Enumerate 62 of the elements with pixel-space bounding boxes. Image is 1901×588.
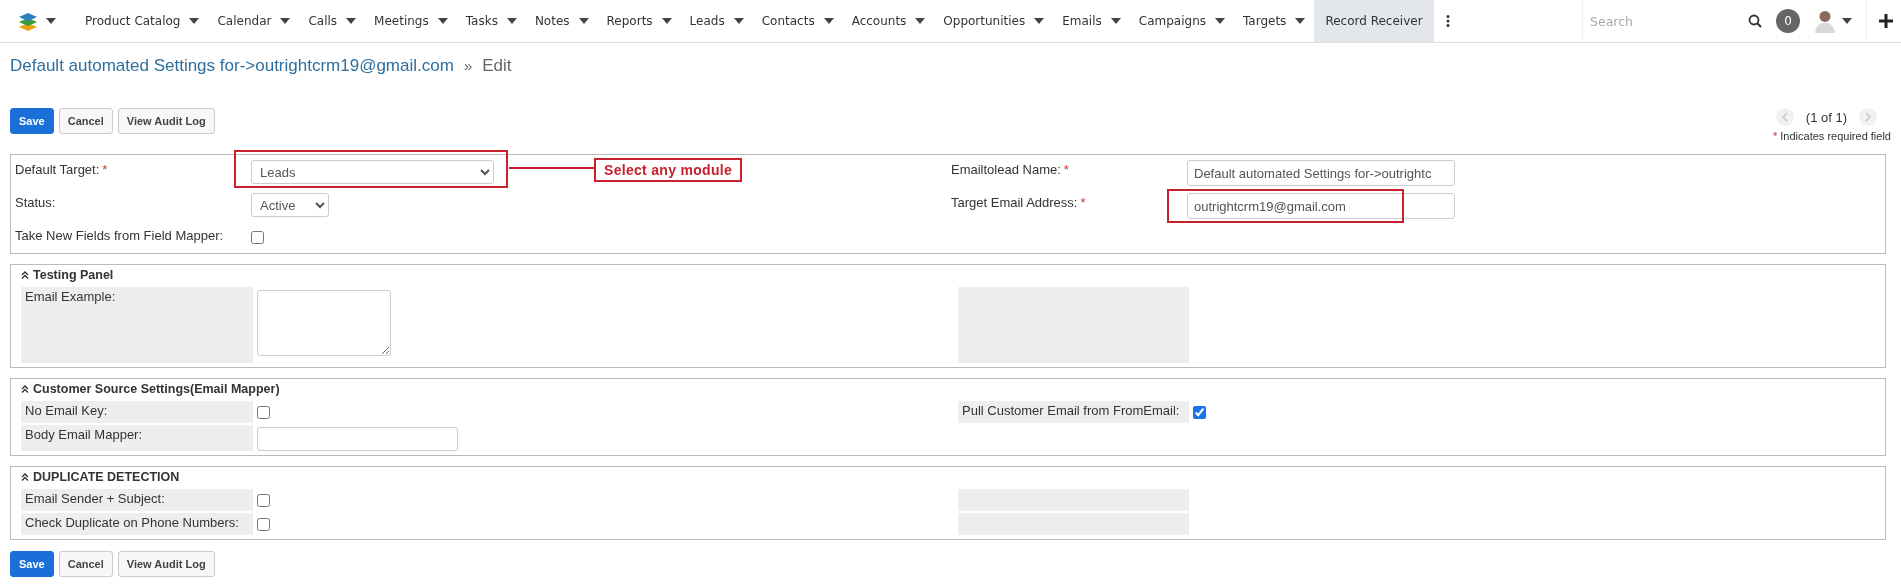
required-note: * Indicates required field (1773, 130, 1891, 142)
nav-menu-item[interactable]: Reports (597, 0, 681, 42)
nav-menu-item[interactable]: Calendar (208, 0, 300, 42)
action-button[interactable]: View Audit Log (117, 108, 215, 134)
nav-menu-item[interactable]: Opportunities (934, 0, 1054, 42)
input-field[interactable] (257, 427, 458, 451)
nav-menu-item[interactable]: Product Catalog (76, 0, 209, 42)
layers-logo-icon[interactable] (18, 11, 38, 31)
nav-menu-item[interactable]: Emails (1053, 0, 1130, 42)
checkbox[interactable] (257, 406, 270, 419)
checkbox[interactable] (251, 231, 264, 244)
breadcrumb-current: Edit (482, 56, 512, 76)
field-label: Email Sender + Subject: (25, 491, 165, 506)
nav-menu-item[interactable]: Meetings (365, 0, 457, 42)
nav-menu-item[interactable]: Record Receiver (1314, 0, 1434, 42)
field-label: Target Email Address: * (951, 195, 1086, 210)
nav-menu-item[interactable]: Tasks (456, 0, 526, 42)
panel-title[interactable]: Testing Panel (33, 268, 114, 282)
chevron-left-icon (1781, 112, 1788, 122)
field-label: Body Email Mapper: (25, 427, 143, 442)
select-field[interactable]: Active (251, 193, 329, 217)
save-button[interactable]: Save (10, 551, 54, 577)
save-button[interactable]: Save (10, 108, 54, 134)
search-icon[interactable] (1748, 14, 1762, 28)
field-label: Emailtolead Name: * (951, 162, 1069, 177)
page-title[interactable]: Default automated Settings for->outrightcrm19@gmail.com (10, 56, 454, 76)
field-label: Default Target: * (15, 162, 108, 177)
input-field[interactable]: outrightcrm19@gmail.com (1187, 193, 1455, 219)
input-field[interactable]: Default automated Settings for->outrightc (1187, 160, 1455, 186)
nav-menu-item[interactable]: Campaigns (1129, 0, 1234, 42)
field-label: Email Example: (25, 289, 116, 304)
field-label: Take New Fields from Field Mapper: (15, 228, 224, 243)
nav-menu-item[interactable]: Calls (299, 0, 366, 42)
nav-menu-item[interactable]: Notes (525, 0, 598, 42)
plus-icon[interactable] (1879, 14, 1893, 28)
panel-title[interactable]: Customer Source Settings(Email Mapper) (33, 382, 280, 396)
nav-menu-item[interactable]: Contacts (752, 0, 843, 42)
caret-icon[interactable] (1842, 18, 1852, 24)
nav-menu-item[interactable]: Accounts (842, 0, 935, 42)
action-button[interactable]: Cancel (58, 108, 113, 134)
avatar-icon[interactable] (1814, 9, 1836, 33)
checkbox[interactable] (257, 518, 270, 531)
more-icon[interactable] (1445, 15, 1450, 27)
select-field[interactable]: Leads (251, 160, 494, 184)
caret-icon[interactable] (46, 18, 56, 24)
checkbox[interactable] (257, 494, 270, 507)
page-counter: (1 of 1) (1805, 109, 1847, 125)
chevron-right-icon (1865, 112, 1871, 122)
action-button[interactable]: View Audit Log (117, 551, 215, 577)
nav-menu-item[interactable]: Leads (680, 0, 753, 42)
breadcrumb-separator: » (463, 57, 473, 74)
field-label: No Email Key: (25, 403, 108, 418)
checkbox[interactable] (1193, 406, 1206, 419)
field-label: Pull Customer Email from FromEmail: (962, 403, 1180, 418)
action-button[interactable]: Cancel (58, 551, 113, 577)
notification-badge[interactable]: 0 (1776, 9, 1800, 33)
callout-label: Select any module (594, 158, 743, 182)
field-label: Check Duplicate on Phone Numbers: (25, 515, 239, 530)
nav-menu-item[interactable]: Targets (1234, 0, 1315, 42)
textarea-field[interactable] (257, 290, 391, 356)
panel-title[interactable]: DUPLICATE DETECTION (33, 470, 180, 484)
field-label: Status: (15, 195, 56, 210)
